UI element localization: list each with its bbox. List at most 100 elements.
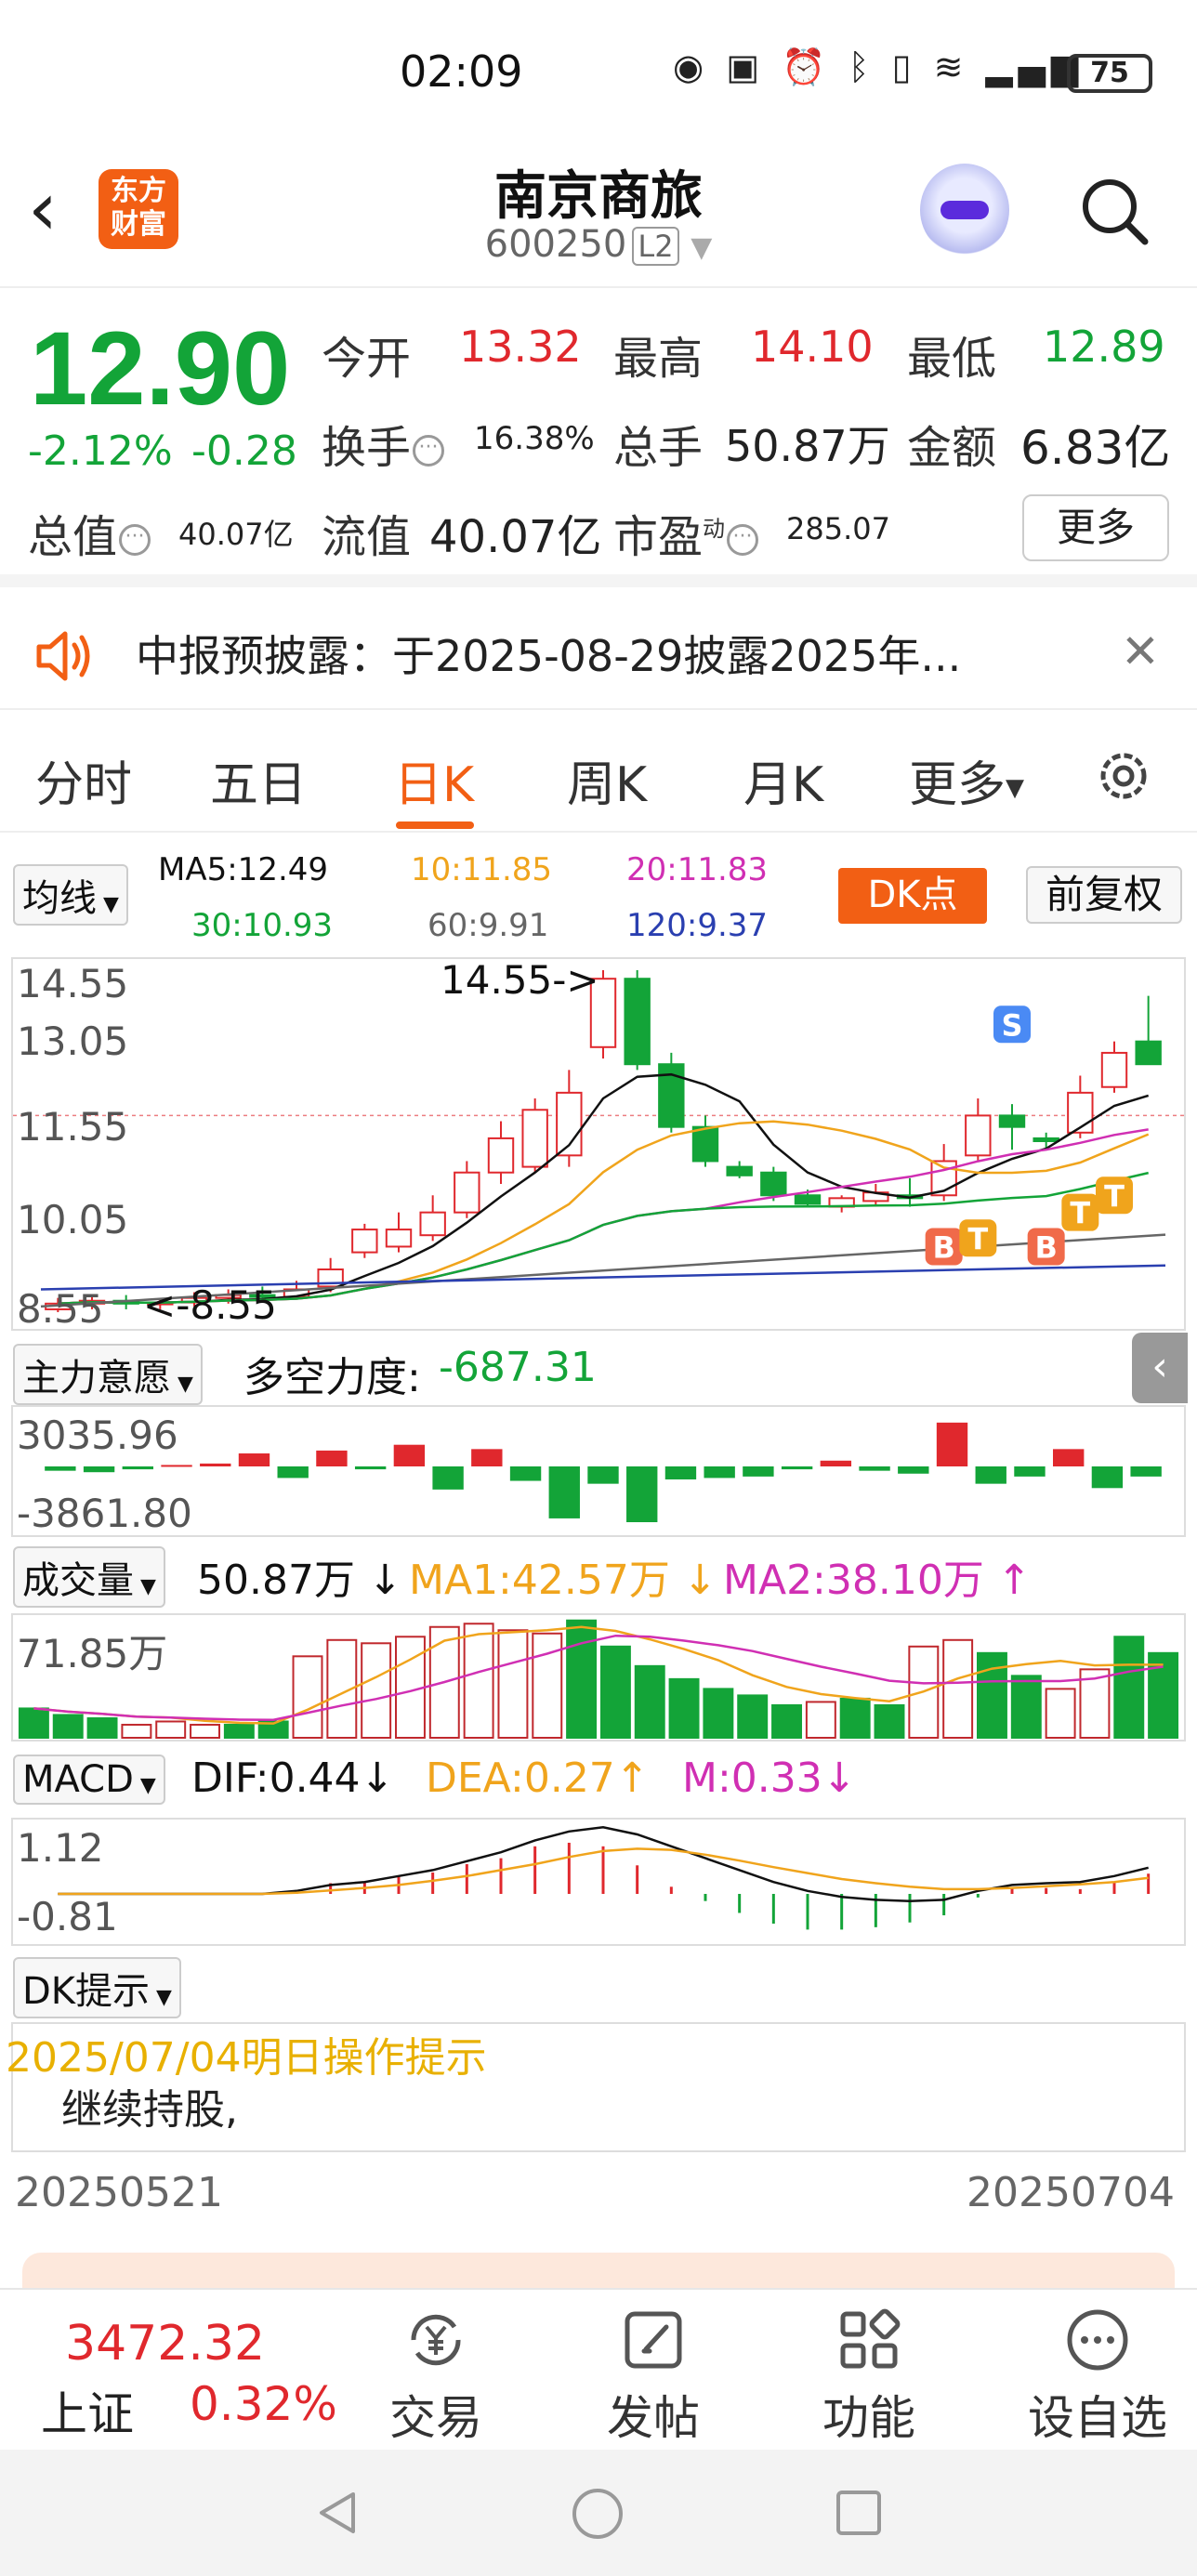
force-bar: [1091, 1466, 1124, 1489]
ma-selector[interactable]: 均线 ▼: [13, 864, 128, 926]
volume-bar: [1113, 1636, 1145, 1740]
volume-panel[interactable]: 71.85万: [11, 1613, 1186, 1741]
force-bar: [1014, 1466, 1046, 1477]
volume-bar: [223, 1723, 255, 1739]
macd-chart: [58, 1826, 1151, 1930]
force-bar: [781, 1466, 813, 1470]
bottom-nav: 3472.32 上证 0.32% 交易 发帖 功能 设自选: [0, 2288, 1197, 2450]
tab-weekly-k[interactable]: 周K: [567, 745, 647, 815]
force-bar: [743, 1466, 774, 1477]
alarm-icon: ⏰: [782, 46, 832, 87]
candle: [691, 1125, 719, 1163]
volume-bar: [839, 1697, 871, 1739]
volume-bar: [292, 1655, 323, 1739]
nav-functions-button[interactable]: 功能: [799, 2305, 939, 2445]
dk-point-button[interactable]: DK点: [838, 868, 987, 924]
force-bar: [1130, 1466, 1162, 1477]
y-label: 13.05: [17, 1019, 129, 1064]
index-value: 3472.32: [65, 2316, 266, 2372]
force-panel[interactable]: 3035.96 -3861.80: [11, 1405, 1186, 1537]
candle: [965, 1114, 992, 1157]
candle: [1100, 1051, 1128, 1088]
volume-ma1: MA1:42.57万 ↓: [409, 1557, 717, 1604]
volume-selector[interactable]: 成交量 ▼: [13, 1546, 165, 1608]
ma5-value: MA5:12.49: [158, 851, 329, 888]
volume-bar: [599, 1645, 631, 1739]
volume-bar: [771, 1703, 802, 1740]
tab-monthly-k[interactable]: 月K: [743, 745, 823, 815]
volume-bar: [737, 1694, 769, 1740]
gear-icon[interactable]: [1093, 745, 1154, 807]
index-ticker[interactable]: 3472.32 上证 0.32%: [0, 2290, 353, 2451]
turnover-value: 16.38%: [474, 420, 595, 457]
float-label: 流值: [322, 511, 412, 563]
ma30-value: 30:10.93: [191, 907, 334, 944]
force-selector[interactable]: 主力意愿 ▼: [13, 1344, 203, 1405]
tab-intraday[interactable]: 分时: [35, 745, 132, 815]
stock-code-row[interactable]: 600250 L2 ▼: [0, 223, 1197, 266]
info-icon[interactable]: ···: [413, 435, 445, 467]
system-back-icon[interactable]: [312, 2487, 364, 2539]
dk-selector[interactable]: DK提示 ▼: [13, 1957, 181, 2018]
candle: [419, 1211, 446, 1237]
nav-label: 功能: [822, 2391, 915, 2445]
stock-header: ‹ 东方财富 南京商旅 600250 L2 ▼: [0, 139, 1197, 288]
assistant-avatar-visor: [940, 201, 989, 219]
force-y-bottom: -3861.80: [17, 1491, 192, 1536]
macd-m: M:0.33↓: [682, 1755, 857, 1802]
volume-bar: [497, 1629, 529, 1739]
open-value: 13.32: [459, 322, 582, 372]
volume-bar: [1010, 1675, 1042, 1739]
volume-bar: [703, 1688, 734, 1739]
force-bar: [509, 1466, 542, 1481]
min-annotation: <-8.55: [143, 1282, 277, 1328]
adjust-mode-button[interactable]: 前复权: [1026, 866, 1182, 924]
volume-bar: [532, 1632, 563, 1739]
open-label: 今开: [322, 333, 412, 385]
kline-panel[interactable]: SBTBTT 14.55 13.05 11.55 10.05 8.55 14.5…: [11, 957, 1186, 1332]
macd-panel[interactable]: 1.12 -0.81: [11, 1818, 1186, 1946]
bluetooth-icon: ᛒ: [848, 46, 875, 87]
force-bar: [161, 1465, 192, 1467]
system-nav-bar: [0, 2450, 1197, 2576]
quote-panel: 12.90 -2.12% -0.28 今开 13.32 最高 14.10 最低 …: [0, 290, 1197, 587]
volume-bar: [874, 1703, 905, 1740]
volume-value: 50.87万 ↓: [197, 1557, 402, 1604]
nav-post-button[interactable]: 发帖: [584, 2305, 723, 2445]
macd-y-bottom: -0.81: [17, 1894, 118, 1939]
force-bar: [898, 1466, 929, 1474]
force-bar: [820, 1460, 852, 1466]
promo-banner[interactable]: [22, 2253, 1175, 2290]
force-bar: [664, 1466, 697, 1479]
tab-five-day[interactable]: 五日: [210, 745, 307, 815]
signal-label: S: [1001, 1007, 1022, 1043]
signal-label: T: [967, 1221, 988, 1256]
notice-bar[interactable]: 中报预披露：于2025-08-29披露2025年... ✕: [0, 600, 1197, 710]
volume-bar: [668, 1677, 700, 1739]
candle: [726, 1165, 753, 1176]
volume-ma2: MA2:38.10万 ↑: [723, 1557, 1032, 1604]
candle: [1033, 1137, 1059, 1143]
signal-label: B: [932, 1229, 954, 1265]
macd-legend: MACD ▼ DIF:0.44↓ DEA:0.27↑ M:0.33↓: [0, 1749, 1197, 1814]
system-recents-icon[interactable]: [835, 2489, 883, 2537]
tab-daily-k[interactable]: 日K: [394, 745, 474, 815]
vibrate-icon: ▯: [891, 46, 917, 87]
macd-selector[interactable]: MACD ▼: [13, 1755, 165, 1805]
period-tabs: 分时 五日 日K 周K 月K 更多▼: [0, 712, 1197, 833]
info-icon[interactable]: ···: [119, 524, 151, 556]
system-home-icon[interactable]: [571, 2487, 625, 2541]
signal-label: T: [1070, 1196, 1090, 1231]
nav-add-watchlist-button[interactable]: 设自选: [1019, 2305, 1177, 2445]
status-time: 02:09: [400, 46, 523, 97]
nav-trade-button[interactable]: 交易: [366, 2305, 506, 2445]
tab-more[interactable]: 更多▼: [909, 745, 1024, 815]
search-icon[interactable]: [1076, 173, 1151, 247]
macd-dea: DEA:0.27↑: [426, 1755, 650, 1802]
close-icon[interactable]: ✕: [1121, 624, 1160, 678]
more-quote-button[interactable]: 更多: [1022, 494, 1169, 561]
candle: [1135, 1040, 1162, 1066]
info-icon[interactable]: ···: [727, 524, 759, 556]
volume-bar: [634, 1664, 665, 1739]
y-label: 10.05: [17, 1197, 129, 1242]
